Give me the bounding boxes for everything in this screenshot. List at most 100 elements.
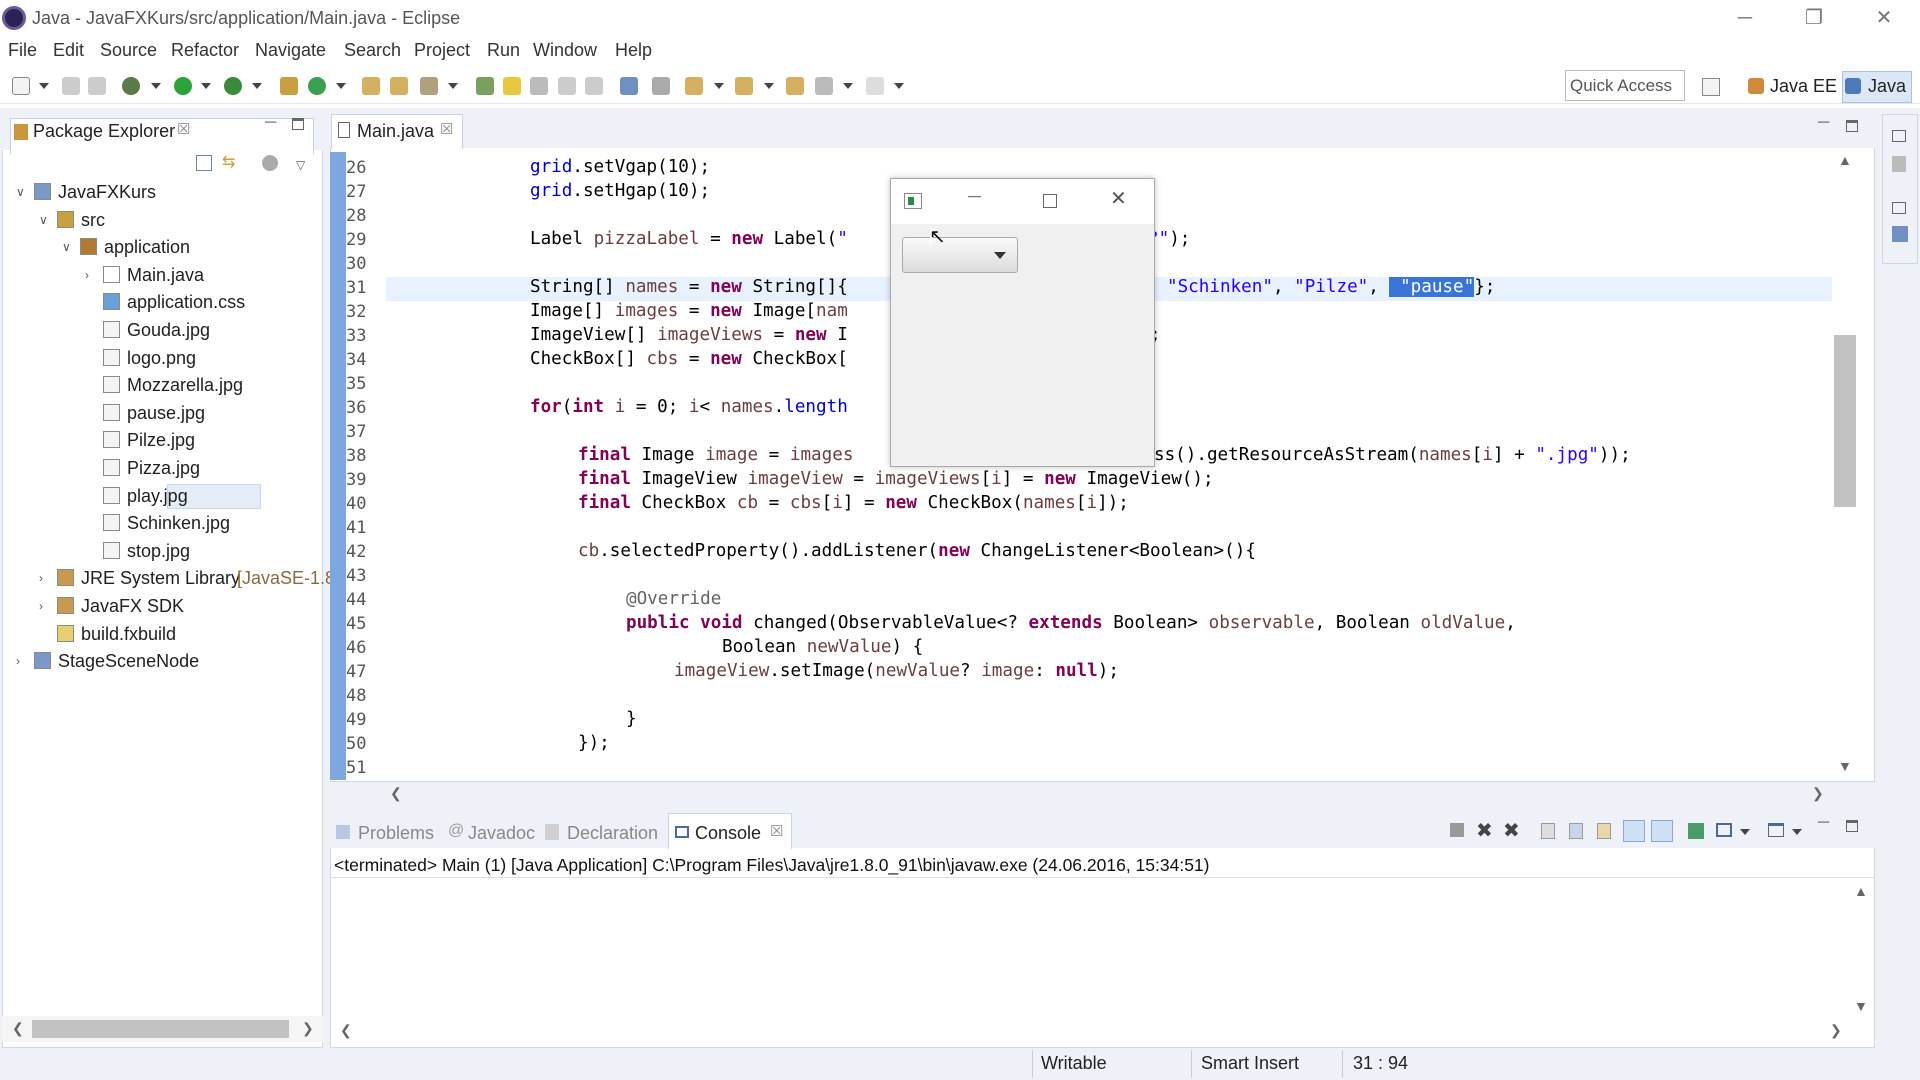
minimize-editor-icon[interactable]: ─ [1818, 114, 1829, 132]
tree-item[interactable]: Pilze.jpg [0, 427, 320, 453]
menu-help[interactable]: Help [615, 40, 652, 61]
pin-console-icon[interactable] [1688, 823, 1704, 839]
pkg-hscroll-thumb[interactable] [32, 1020, 289, 1038]
scroll-down-icon[interactable]: ▼ [1854, 998, 1868, 1014]
minimize-icon[interactable]: ─ [968, 186, 981, 207]
back-icon[interactable] [815, 77, 833, 95]
remove-all-launches-icon[interactable]: ✖ [1503, 818, 1520, 843]
open-perspective-icon[interactable] [1702, 78, 1720, 96]
mark-occurrences-icon[interactable] [503, 77, 521, 95]
maximize-editor-icon[interactable] [1846, 120, 1858, 132]
view-menu-icon[interactable]: ▽ [296, 158, 305, 172]
close-icon[interactable]: ☒ [177, 120, 190, 138]
menu-run[interactable]: Run [487, 40, 520, 61]
menu-file[interactable]: File [8, 40, 37, 61]
tree-item[interactable]: logo.png [0, 345, 320, 371]
tree-item[interactable]: ∨ src [0, 207, 320, 233]
word-wrap-icon[interactable] [558, 77, 576, 95]
minimize-view-icon[interactable]: ─ [265, 114, 276, 132]
chevron-down-icon[interactable]: ∨ [16, 186, 26, 198]
close-icon[interactable]: ✕ [1864, 4, 1904, 32]
focus-active-task-icon[interactable] [262, 155, 278, 171]
chevron-down-icon[interactable] [764, 83, 774, 89]
chevron-right-icon[interactable]: › [39, 600, 49, 612]
show-on-stdout-icon[interactable] [1623, 820, 1645, 842]
block-selection-icon[interactable] [530, 77, 548, 95]
tree-item[interactable]: ∨ JavaFXKurs [0, 179, 320, 205]
skip-breakpoints-icon[interactable] [652, 77, 670, 95]
chevron-down-icon[interactable] [448, 83, 458, 89]
open-console-icon[interactable] [1768, 823, 1784, 837]
restore-icon[interactable] [1892, 202, 1906, 214]
menu-window[interactable]: Window [533, 40, 597, 61]
tab-declaration[interactable]: Declaration [567, 823, 658, 844]
chevron-down-icon[interactable]: ∨ [39, 214, 49, 226]
chevron-down-icon[interactable]: ∨ [62, 241, 72, 253]
collapse-all-icon[interactable] [196, 155, 212, 171]
previous-annotation-icon[interactable] [735, 77, 753, 95]
chevron-right-icon[interactable]: › [85, 269, 95, 281]
restore-icon[interactable] [1892, 130, 1906, 142]
scroll-left-icon[interactable]: ❮ [12, 1020, 24, 1037]
scroll-left-icon[interactable]: ❮ [340, 1022, 352, 1039]
tree-item[interactable]: build.fxbuild [0, 621, 320, 647]
scroll-left-icon[interactable]: ❮ [390, 785, 402, 802]
scroll-up-icon[interactable]: ▲ [1854, 883, 1868, 899]
next-annotation-icon[interactable] [685, 77, 703, 95]
restore-icon[interactable]: ❐ [1794, 4, 1834, 32]
maximize-view-icon[interactable] [1846, 820, 1858, 832]
open-type-icon[interactable] [362, 77, 380, 95]
tree-item[interactable]: Schinken.jpg [0, 510, 320, 536]
save-all-icon[interactable] [88, 77, 106, 95]
tree-item[interactable]: › JRE System Library [JavaSE-1.8 [0, 565, 335, 591]
chevron-down-icon[interactable] [1740, 829, 1750, 835]
new-icon[interactable] [12, 77, 30, 95]
clear-console-icon[interactable] [1541, 823, 1555, 839]
tree-item[interactable]: ∨ application [0, 234, 320, 260]
close-icon[interactable]: ☒ [440, 120, 453, 138]
chevron-down-icon[interactable] [336, 83, 346, 89]
menu-search[interactable]: Search [344, 40, 401, 61]
scroll-lock-icon[interactable] [1569, 823, 1583, 839]
tree-item[interactable]: › StageSceneNode [0, 648, 320, 674]
chevron-right-icon[interactable]: › [16, 655, 26, 667]
tree-item[interactable]: application.css [0, 289, 320, 315]
chevron-down-icon[interactable] [843, 83, 853, 89]
tree-item[interactable]: › JavaFX SDK [0, 593, 320, 619]
forward-icon[interactable] [866, 77, 884, 95]
link-with-editor-icon[interactable]: ⇆ [222, 155, 240, 171]
perspective-java-ee[interactable]: Java EE [1770, 76, 1837, 97]
tab-javadoc[interactable]: Javadoc [468, 823, 535, 844]
terminal-icon[interactable] [620, 77, 638, 95]
chevron-down-icon[interactable] [714, 83, 724, 89]
search-icon[interactable] [420, 77, 438, 95]
debug-icon[interactable] [122, 77, 140, 95]
chevron-down-icon[interactable] [252, 83, 262, 89]
show-on-stderr-icon[interactable] [1651, 820, 1673, 842]
close-icon[interactable]: ✕ [1110, 186, 1127, 211]
menu-edit[interactable]: Edit [53, 40, 84, 61]
save-icon[interactable] [62, 77, 80, 95]
scroll-down-icon[interactable]: ▼ [1838, 758, 1852, 774]
display-console-icon[interactable] [1716, 823, 1732, 837]
new-java-package-icon[interactable] [280, 77, 298, 95]
tree-item[interactable]: Pizza.jpg [0, 455, 320, 481]
chevron-down-icon[interactable] [1792, 829, 1802, 835]
menu-navigate[interactable]: Navigate [255, 40, 326, 61]
close-icon[interactable]: ☒ [770, 822, 783, 840]
show-whitespace-icon[interactable] [585, 77, 603, 95]
remove-launch-icon[interactable]: ✖ [1476, 818, 1493, 843]
quick-access-input[interactable]: Quick Access [1565, 70, 1685, 101]
chevron-down-icon[interactable] [201, 83, 211, 89]
perspective-java[interactable]: Java [1868, 76, 1906, 97]
chevron-down-icon[interactable] [39, 83, 49, 89]
chevron-down-icon[interactable] [994, 252, 1006, 259]
maximize-icon[interactable] [1043, 194, 1057, 208]
chevron-down-icon[interactable] [894, 83, 904, 89]
tree-item[interactable]: play.jpg [0, 483, 320, 509]
scroll-right-icon[interactable]: ❯ [1830, 1022, 1842, 1039]
chevron-right-icon[interactable]: › [39, 572, 49, 584]
tree-item[interactable]: pause.jpg [0, 400, 320, 426]
last-edit-location-icon[interactable] [786, 77, 804, 95]
tree-item[interactable]: › Main.java [0, 262, 320, 288]
